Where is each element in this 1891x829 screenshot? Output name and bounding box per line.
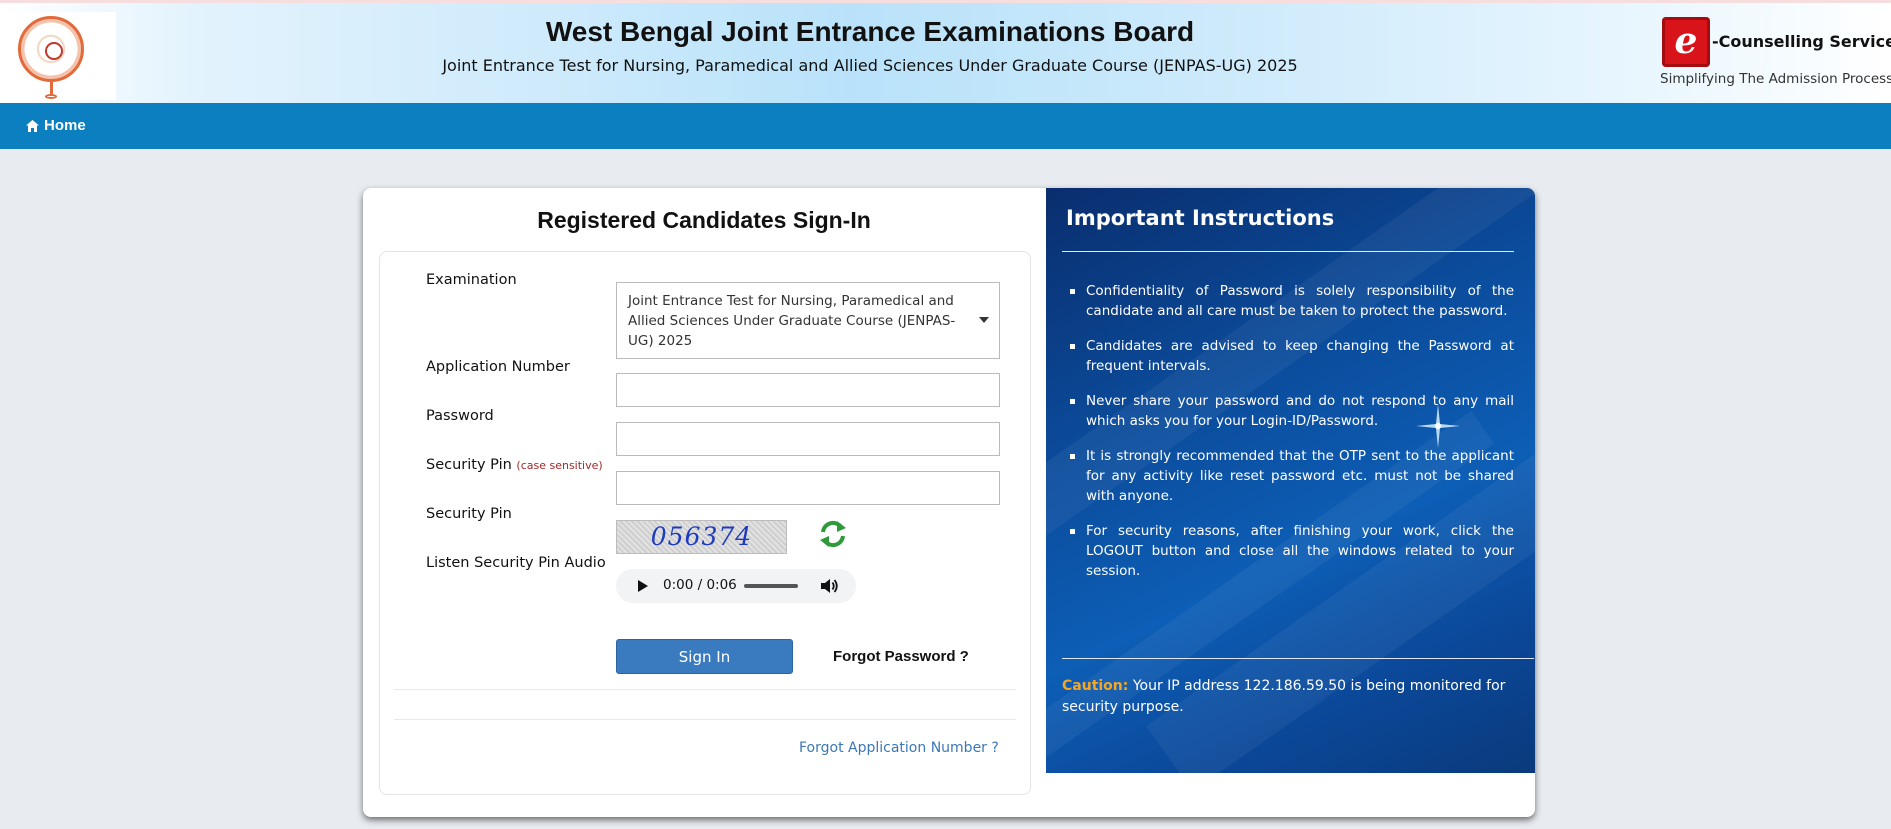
examination-select[interactable]: Joint Entrance Test for Nursing, Paramed…: [616, 282, 1000, 359]
instruction-item: Candidates are advised to keep changing …: [1066, 336, 1514, 376]
nav-home-link[interactable]: Home: [26, 117, 86, 134]
security-pin-image-label: Security Pin: [426, 506, 512, 522]
audio-pin-label: Listen Security Pin Audio: [426, 555, 606, 571]
brand-name: -Counselling Services: [1712, 32, 1891, 51]
chevron-down-icon: [979, 317, 989, 323]
signin-panel: Registered Candidates Sign-In Examinatio…: [363, 188, 1045, 817]
examination-selected-value: Joint Entrance Test for Nursing, Paramed…: [628, 293, 956, 349]
nav-bar: Home: [0, 103, 1891, 149]
instructions-divider: [1062, 251, 1514, 252]
sign-in-button[interactable]: Sign In: [616, 639, 793, 674]
page-title: West Bengal Joint Entrance Examinations …: [545, 16, 1195, 47]
play-icon[interactable]: [638, 580, 648, 592]
brand-tagline: Simplifying The Admission Process: [1660, 71, 1891, 87]
refresh-captcha-icon[interactable]: [817, 518, 849, 550]
security-pin-label-text: Security Pin: [426, 457, 512, 473]
instructions-title: Important Instructions: [1066, 206, 1335, 230]
security-pin-input[interactable]: [616, 471, 1000, 505]
caution-label: Caution:: [1062, 678, 1129, 694]
instructions-panel: Important Instructions Confidentiality o…: [1046, 188, 1535, 773]
instruction-item: It is strongly recommended that the OTP …: [1066, 446, 1514, 506]
captcha-image: 056374: [616, 520, 787, 554]
caution-notice: Caution: Your IP address 122.186.59.50 i…: [1062, 676, 1530, 718]
caution-divider: [1062, 658, 1534, 659]
forgot-application-number-link[interactable]: Forgot Application Number ?: [799, 740, 999, 756]
page-header: West Bengal Joint Entrance Examinations …: [0, 0, 1891, 103]
ecounselling-logo: e -Counselling Services Simplifying The …: [1660, 15, 1891, 95]
home-icon: [26, 119, 39, 132]
caution-text: Your IP address 122.186.59.50 is being m…: [1062, 678, 1506, 715]
instruction-item: Confidentiality of Password is solely re…: [1066, 281, 1514, 321]
signin-card: Registered Candidates Sign-In Examinatio…: [363, 188, 1535, 817]
password-label: Password: [426, 408, 494, 424]
form-divider: [394, 719, 1016, 720]
e-logo-icon: e: [1662, 17, 1710, 67]
sparkle-icon: [1416, 404, 1460, 448]
security-pin-input-label: Security Pin (case sensitive): [426, 457, 603, 473]
application-number-label: Application Number: [426, 359, 570, 375]
examination-label: Examination: [426, 272, 517, 288]
nav-home-label: Home: [44, 117, 86, 134]
page-subtitle: Joint Entrance Test for Nursing, Paramed…: [442, 56, 1298, 75]
forgot-password-link[interactable]: Forgot Password ?: [833, 648, 969, 665]
audio-time: 0:00 / 0:06: [663, 577, 737, 593]
seal-foot-icon: [45, 94, 57, 99]
volume-icon[interactable]: [821, 578, 839, 594]
application-number-input[interactable]: [616, 373, 1000, 407]
audio-seek-bar[interactable]: [744, 584, 798, 588]
case-sensitive-note: (case sensitive): [516, 459, 603, 472]
signin-title: Registered Candidates Sign-In: [537, 207, 871, 233]
form-divider: [394, 689, 1016, 690]
audio-player: 0:00 / 0:06: [616, 569, 856, 603]
instruction-item: For security reasons, after finishing yo…: [1066, 521, 1514, 581]
signin-form: Examination Application Number Password …: [379, 251, 1031, 795]
password-input[interactable]: [616, 422, 1000, 456]
